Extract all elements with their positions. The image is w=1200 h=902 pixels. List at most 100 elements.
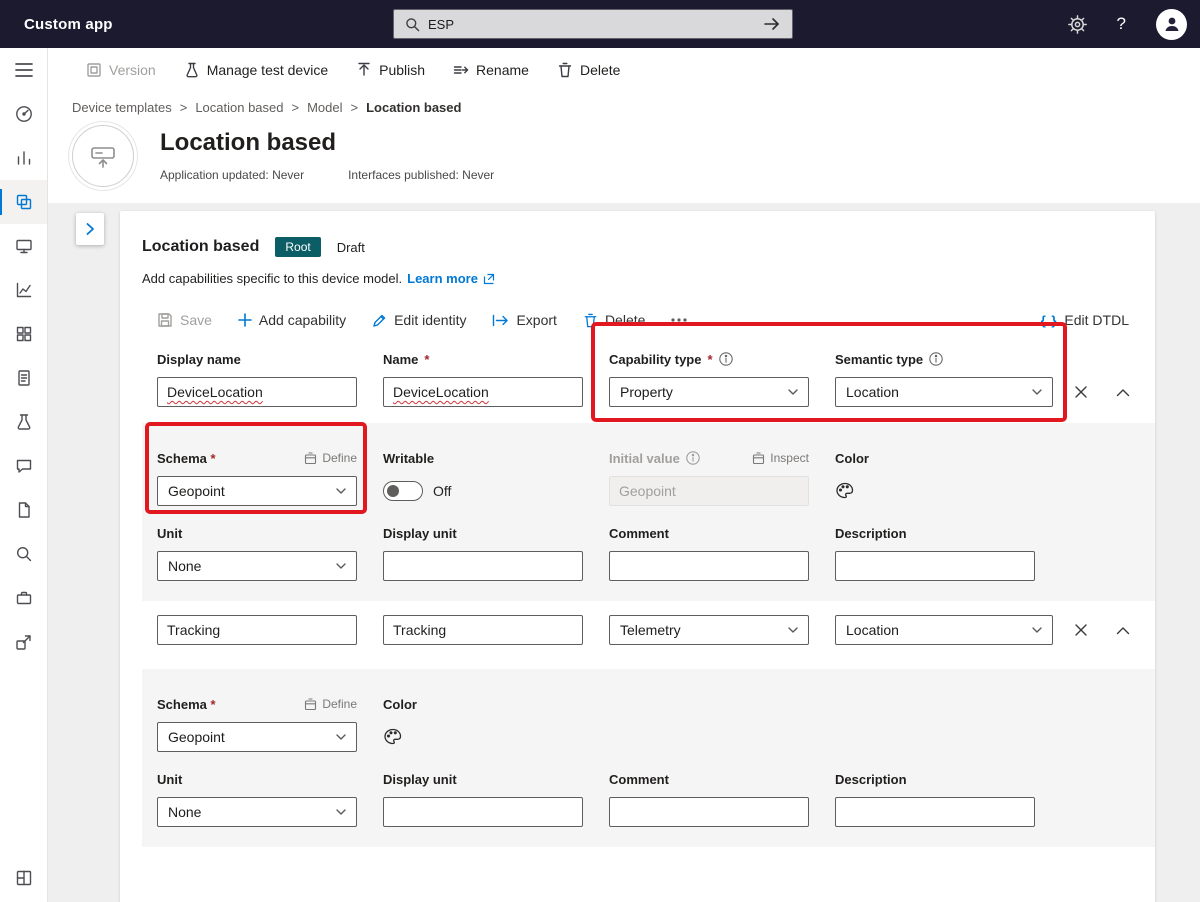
collapse-capability-button[interactable] bbox=[1107, 377, 1139, 407]
nav-forms-icon[interactable] bbox=[0, 356, 47, 400]
global-search-box[interactable]: ESP bbox=[393, 9, 793, 39]
semantic-type-select[interactable]: Location bbox=[835, 377, 1053, 407]
nav-data-explorer-icon[interactable] bbox=[0, 268, 47, 312]
nav-customize-icon[interactable] bbox=[0, 856, 47, 900]
display-unit-input[interactable] bbox=[383, 797, 583, 827]
help-icon[interactable]: ? bbox=[1117, 14, 1126, 34]
workspace: Location based Root Draft Add capabiliti… bbox=[48, 203, 1200, 902]
nav-jobs-icon[interactable] bbox=[0, 576, 47, 620]
app-title: Custom app bbox=[0, 16, 113, 33]
nav-audit-log-icon[interactable] bbox=[0, 532, 47, 576]
info-icon[interactable] bbox=[686, 451, 700, 465]
edit-identity-button[interactable]: Edit identity bbox=[372, 312, 466, 328]
braces-icon: { } bbox=[1041, 313, 1058, 328]
comment-input[interactable] bbox=[609, 551, 809, 581]
semantic-type-select[interactable]: Location bbox=[835, 615, 1053, 645]
model-toolbar: Save Add capability Edit identity Export bbox=[157, 312, 1133, 328]
breadcrumb-location-based[interactable]: Location based bbox=[195, 100, 283, 115]
display-unit-input[interactable] bbox=[383, 551, 583, 581]
application-updated-text: Application updated: Never bbox=[160, 168, 304, 182]
manage-test-device-button[interactable]: Manage test device bbox=[184, 62, 328, 78]
toggle-knob bbox=[387, 485, 399, 497]
search-submit-arrow-icon[interactable] bbox=[763, 17, 781, 31]
rename-button[interactable]: Rename bbox=[453, 62, 529, 78]
breadcrumb-separator: > bbox=[292, 100, 300, 115]
nav-data-export-icon[interactable] bbox=[0, 620, 47, 664]
nav-dashboards-grid-icon[interactable] bbox=[0, 312, 47, 356]
unit-label: Unit bbox=[157, 772, 182, 787]
schema-label: Schema bbox=[157, 697, 207, 712]
breadcrumb-device-templates[interactable]: Device templates bbox=[72, 100, 172, 115]
breadcrumb-model[interactable]: Model bbox=[307, 100, 342, 115]
device-template-avatar bbox=[72, 125, 134, 187]
nav-rules-icon[interactable] bbox=[0, 400, 47, 444]
info-icon[interactable] bbox=[929, 352, 943, 366]
capability-row-2: Tracking Tracking Telemetry Location bbox=[157, 615, 1133, 645]
name-label: Name bbox=[383, 352, 418, 367]
unit-select[interactable]: None bbox=[157, 797, 357, 827]
model-editor-card: Location based Root Draft Add capabiliti… bbox=[120, 211, 1155, 902]
description-input[interactable] bbox=[835, 551, 1035, 581]
collapse-capability-button[interactable] bbox=[1107, 615, 1139, 645]
learn-more-link[interactable]: Learn more bbox=[407, 271, 478, 286]
root-badge: Root bbox=[275, 237, 320, 257]
delete-capability-button[interactable]: Delete bbox=[583, 312, 645, 328]
top-app-bar: Custom app ESP ? bbox=[0, 0, 1200, 48]
initial-value-label: Initial value bbox=[609, 451, 680, 466]
schema-select[interactable]: Geopoint bbox=[157, 722, 357, 752]
model-title: Location based bbox=[142, 238, 259, 256]
export-button[interactable]: Export bbox=[492, 312, 556, 328]
more-commands-icon[interactable] bbox=[671, 318, 687, 322]
schema-select[interactable]: Geopoint bbox=[157, 476, 357, 506]
search-input[interactable]: ESP bbox=[428, 17, 755, 32]
description-input[interactable] bbox=[835, 797, 1035, 827]
command-bar: Version Manage test device Publish Renam… bbox=[48, 48, 1200, 92]
remove-capability-button[interactable] bbox=[1065, 377, 1097, 407]
remove-capability-button[interactable] bbox=[1065, 615, 1097, 645]
comment-input[interactable] bbox=[609, 797, 809, 827]
name-input[interactable]: DeviceLocation bbox=[383, 377, 583, 407]
expand-panel-button[interactable] bbox=[76, 213, 104, 245]
inspect-button[interactable]: Inspect bbox=[752, 451, 809, 465]
account-avatar[interactable] bbox=[1156, 9, 1187, 40]
color-palette-icon[interactable] bbox=[835, 476, 855, 506]
version-button[interactable]: Version bbox=[86, 62, 156, 78]
define-schema-button[interactable]: Define bbox=[304, 697, 357, 711]
nav-dashboard-icon[interactable] bbox=[0, 92, 47, 136]
display-name-input[interactable]: Tracking bbox=[157, 615, 357, 645]
toggle-state-label: Off bbox=[433, 483, 451, 499]
nav-menu-icon[interactable] bbox=[0, 48, 47, 92]
display-unit-label: Display unit bbox=[383, 772, 457, 787]
breadcrumb-separator: > bbox=[180, 100, 188, 115]
define-schema-button[interactable]: Define bbox=[304, 451, 357, 465]
topbar-actions: ? bbox=[1068, 9, 1200, 40]
info-icon[interactable] bbox=[719, 352, 733, 366]
display-name-input[interactable]: DeviceLocation bbox=[157, 377, 357, 407]
save-button[interactable]: Save bbox=[157, 312, 212, 328]
nav-analytics-icon[interactable] bbox=[0, 136, 47, 180]
add-capability-button[interactable]: Add capability bbox=[238, 312, 346, 328]
page-title: Location based bbox=[160, 130, 494, 156]
publish-button[interactable]: Publish bbox=[356, 62, 425, 78]
name-input[interactable]: Tracking bbox=[383, 615, 583, 645]
delete-button[interactable]: Delete bbox=[557, 62, 620, 78]
capability-type-select[interactable]: Telemetry bbox=[609, 615, 809, 645]
description-label: Description bbox=[835, 526, 907, 541]
writable-toggle[interactable] bbox=[383, 481, 423, 501]
breadcrumb: Device templates > Location based > Mode… bbox=[48, 92, 1200, 115]
color-palette-icon[interactable] bbox=[383, 722, 403, 752]
description-label: Description bbox=[835, 772, 907, 787]
nav-file-icon[interactable] bbox=[0, 488, 47, 532]
initial-value-input bbox=[609, 476, 809, 506]
display-unit-label: Display unit bbox=[383, 526, 457, 541]
capability-type-select[interactable]: Property bbox=[609, 377, 809, 407]
edit-dtdl-button[interactable]: { } Edit DTDL bbox=[1041, 312, 1129, 328]
external-link-icon bbox=[483, 273, 495, 285]
nav-device-templates-icon[interactable] bbox=[0, 180, 47, 224]
nav-devices-icon[interactable] bbox=[0, 224, 47, 268]
unit-select[interactable]: None bbox=[157, 551, 357, 581]
nav-commands-icon[interactable] bbox=[0, 444, 47, 488]
color-label: Color bbox=[383, 697, 417, 712]
page-header: Location based Application updated: Neve… bbox=[48, 115, 1200, 203]
settings-gear-icon[interactable] bbox=[1068, 15, 1087, 34]
